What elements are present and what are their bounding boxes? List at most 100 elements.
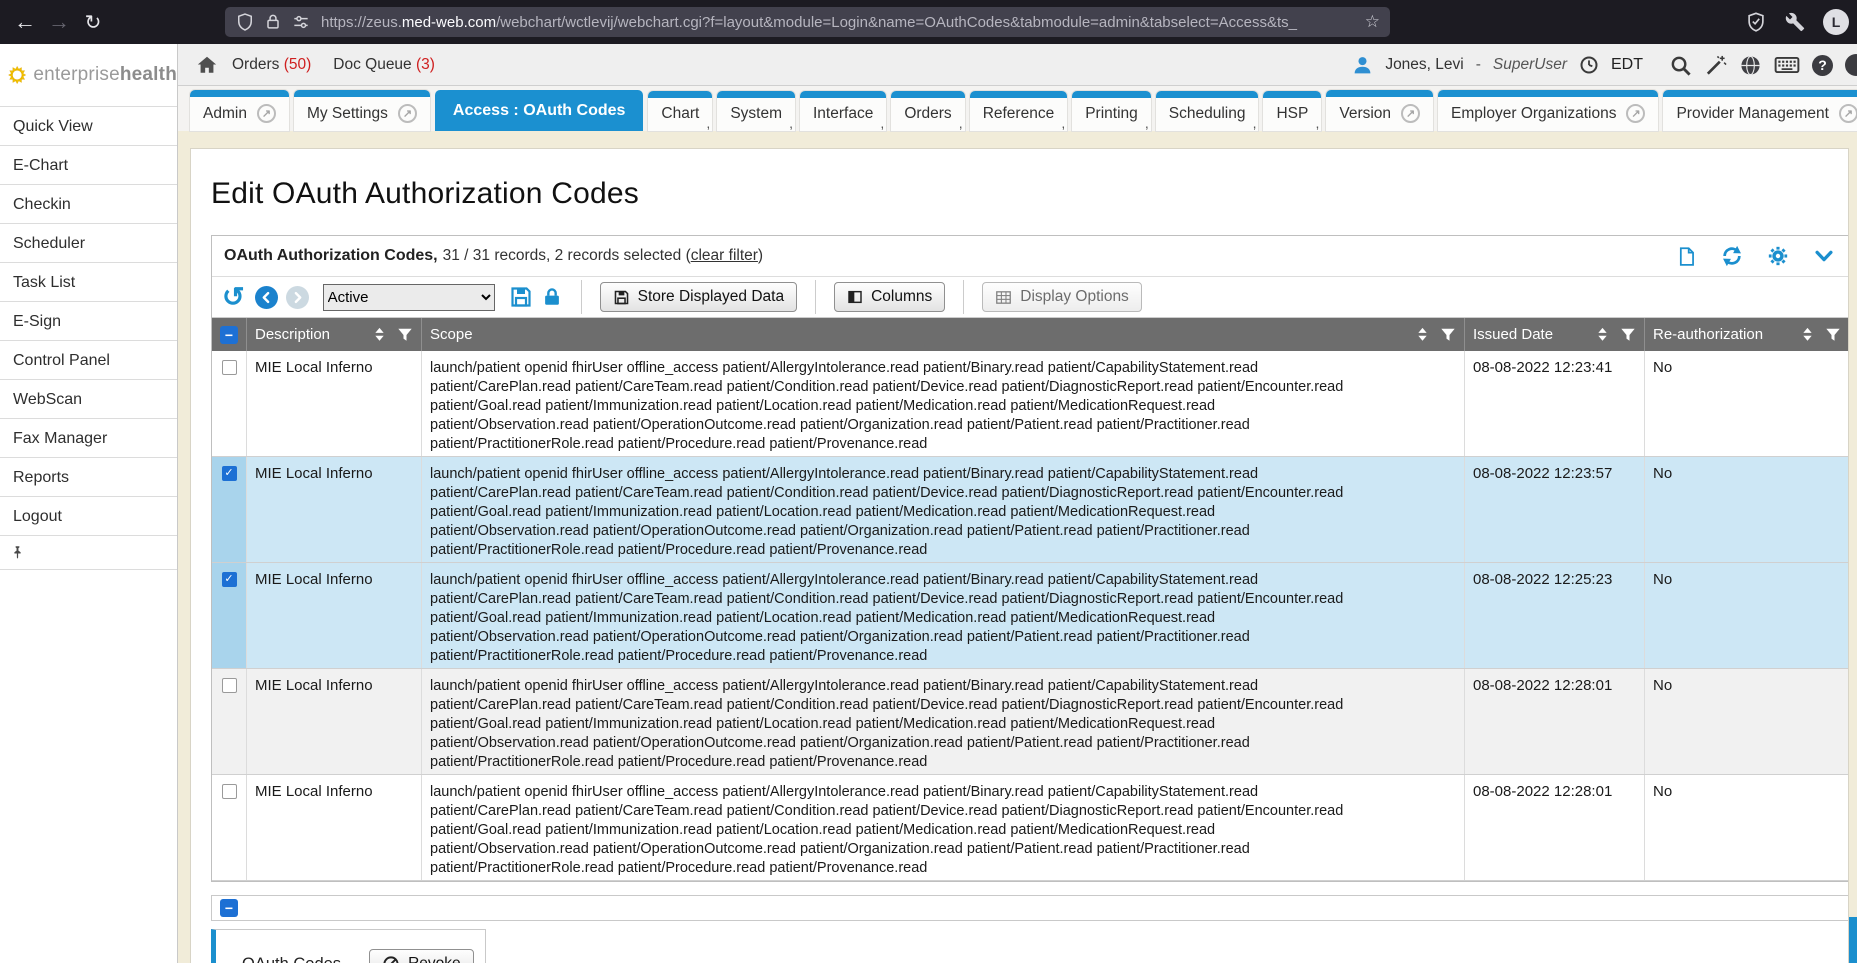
column-header-re-authorization[interactable]: Re-authorization (1645, 318, 1849, 351)
browser-back-icon[interactable]: ← (8, 9, 42, 35)
filter-icon[interactable] (397, 327, 413, 342)
globe-icon[interactable] (1739, 54, 1762, 77)
page-scrollbar[interactable] (1849, 148, 1857, 963)
row-checkbox[interactable]: ✓ (222, 466, 237, 481)
sidebar-item-checkin[interactable]: Checkin (0, 185, 177, 224)
tab-access-oauth-codes[interactable]: Access : OAuth Codes (435, 90, 643, 131)
revoke-button[interactable]: Revoke (369, 949, 474, 963)
collapse-icon[interactable]: − (220, 899, 238, 917)
tab-interface[interactable]: Interface, (800, 91, 886, 131)
tab-scheduling[interactable]: Scheduling, (1156, 91, 1259, 131)
row-checkbox[interactable] (222, 678, 237, 693)
column-header-scope[interactable]: Scope (422, 318, 1465, 351)
row-checkbox[interactable] (222, 360, 237, 375)
row-checkbox[interactable] (222, 784, 237, 799)
sidebar-item-control-panel[interactable]: Control Panel (0, 341, 177, 380)
keyboard-icon[interactable] (1774, 52, 1800, 78)
sidebar-item-e-chart[interactable]: E-Chart (0, 146, 177, 185)
tab-reference[interactable]: Reference, (970, 91, 1068, 131)
sidebar-item-task-list[interactable]: Task List (0, 263, 177, 302)
new-document-icon[interactable] (1676, 246, 1697, 267)
table-row[interactable]: MIE Local Inferno launch/patient openid … (212, 669, 1849, 775)
sidebar-item-reports[interactable]: Reports (0, 458, 177, 497)
sidebar-item-webscan[interactable]: WebScan (0, 380, 177, 419)
shield-icon[interactable] (235, 12, 255, 32)
scrollbar-thumb[interactable] (1849, 917, 1857, 963)
table-row[interactable]: MIE Local Inferno launch/patient openid … (212, 351, 1849, 457)
filter-icon[interactable] (1825, 327, 1841, 342)
magic-wand-icon[interactable] (1704, 54, 1727, 77)
external-link-icon[interactable]: ↗ (1839, 104, 1857, 123)
sort-icon[interactable] (1595, 326, 1610, 343)
tab-my-settings[interactable]: My Settings↗ (294, 90, 430, 131)
external-link-icon[interactable]: ↗ (398, 104, 417, 123)
sidebar-item-fax-manager[interactable]: Fax Manager (0, 419, 177, 458)
column-header-issued-date[interactable]: Issued Date (1465, 318, 1645, 351)
issued-date-cell: 08-08-2022 12:28:01 (1465, 669, 1645, 774)
tab-admin[interactable]: Admin↗ (190, 90, 289, 131)
filter-icon[interactable] (1440, 327, 1456, 342)
clear-filter-link[interactable]: clear filter (691, 247, 758, 264)
tab-printing[interactable]: Printing, (1072, 91, 1151, 131)
user-name[interactable]: Jones, Levi (1385, 56, 1463, 74)
browser-reload-icon[interactable]: ↻ (76, 10, 110, 35)
save-filter-icon[interactable] (509, 285, 533, 309)
url-text[interactable]: https://zeus.med-web.com/webchart/wctlev… (321, 14, 1357, 31)
chevron-down-icon[interactable] (1813, 245, 1835, 267)
lock-filter-icon[interactable] (541, 285, 563, 309)
columns-button[interactable]: Columns (834, 282, 945, 312)
tab-chart[interactable]: Chart, (648, 91, 712, 131)
previous-page-icon[interactable] (255, 286, 278, 309)
address-bar[interactable]: https://zeus.med-web.com/webchart/wctlev… (225, 7, 1390, 37)
tab-provider-management[interactable]: Provider Management↗ (1663, 90, 1857, 131)
help-icon[interactable]: ? (1812, 55, 1833, 76)
tab-orders[interactable]: Orders, (891, 91, 964, 131)
bookmark-star-icon[interactable]: ☆ (1365, 12, 1380, 32)
row-checkbox[interactable]: ✓ (222, 572, 237, 587)
shield-check-icon[interactable] (1745, 11, 1767, 33)
tab-version[interactable]: Version↗ (1326, 90, 1433, 131)
sidebar-item-logout[interactable]: Logout (0, 497, 177, 536)
pin-icon[interactable] (10, 545, 25, 560)
status-filter-select[interactable]: Active (323, 284, 495, 311)
sidebar-item-quick-view[interactable]: Quick View (0, 107, 177, 146)
select-all-checkbox[interactable]: − (220, 326, 238, 344)
permissions-icon[interactable] (291, 12, 311, 32)
column-header-description[interactable]: Description (247, 318, 422, 351)
orders-link[interactable]: Orders (50) (232, 56, 311, 74)
logo-text: enterprisehealth (33, 64, 177, 86)
table-row[interactable]: ✓ MIE Local Inferno launch/patient openi… (212, 563, 1849, 669)
store-displayed-data-button[interactable]: Store Displayed Data (600, 282, 797, 312)
table-row[interactable]: ✓ MIE Local Inferno launch/patient openi… (212, 457, 1849, 563)
doc-queue-link[interactable]: Doc Queue (3) (333, 56, 435, 74)
description-cell: MIE Local Inferno (247, 775, 422, 880)
lock-icon[interactable] (263, 12, 283, 32)
sort-icon[interactable] (372, 326, 387, 343)
description-cell: MIE Local Inferno (247, 457, 422, 562)
undo-icon[interactable]: ↺ (222, 284, 245, 311)
home-icon[interactable] (196, 54, 218, 76)
external-link-icon[interactable]: ↗ (1626, 104, 1645, 123)
filter-icon[interactable] (1620, 327, 1636, 342)
sidebar-item-scheduler[interactable]: Scheduler (0, 224, 177, 263)
display-options-button[interactable]: Display Options (982, 282, 1142, 312)
external-link-icon[interactable]: ↗ (1401, 104, 1420, 123)
next-page-icon[interactable] (286, 286, 309, 309)
sort-icon[interactable] (1415, 326, 1430, 343)
sidebar-item-e-sign[interactable]: E-Sign (0, 302, 177, 341)
external-link-icon[interactable]: ↗ (257, 104, 276, 123)
wrench-icon[interactable] (1785, 12, 1805, 32)
tab-hsp[interactable]: HSP, (1263, 91, 1321, 131)
refresh-icon[interactable] (1721, 245, 1743, 267)
clock-icon[interactable] (1579, 55, 1599, 75)
clipped-header-icon[interactable] (1845, 54, 1857, 76)
timezone-label[interactable]: EDT (1611, 56, 1643, 74)
browser-forward-icon[interactable]: → (42, 9, 76, 35)
search-icon[interactable] (1669, 54, 1692, 77)
tab-employer-organizations[interactable]: Employer Organizations↗ (1438, 90, 1658, 131)
sort-icon[interactable] (1800, 326, 1815, 343)
table-row[interactable]: MIE Local Inferno launch/patient openid … (212, 775, 1849, 881)
gear-icon[interactable] (1767, 245, 1789, 267)
tab-system[interactable]: System, (717, 91, 795, 131)
browser-profile-avatar[interactable]: L (1823, 9, 1849, 35)
